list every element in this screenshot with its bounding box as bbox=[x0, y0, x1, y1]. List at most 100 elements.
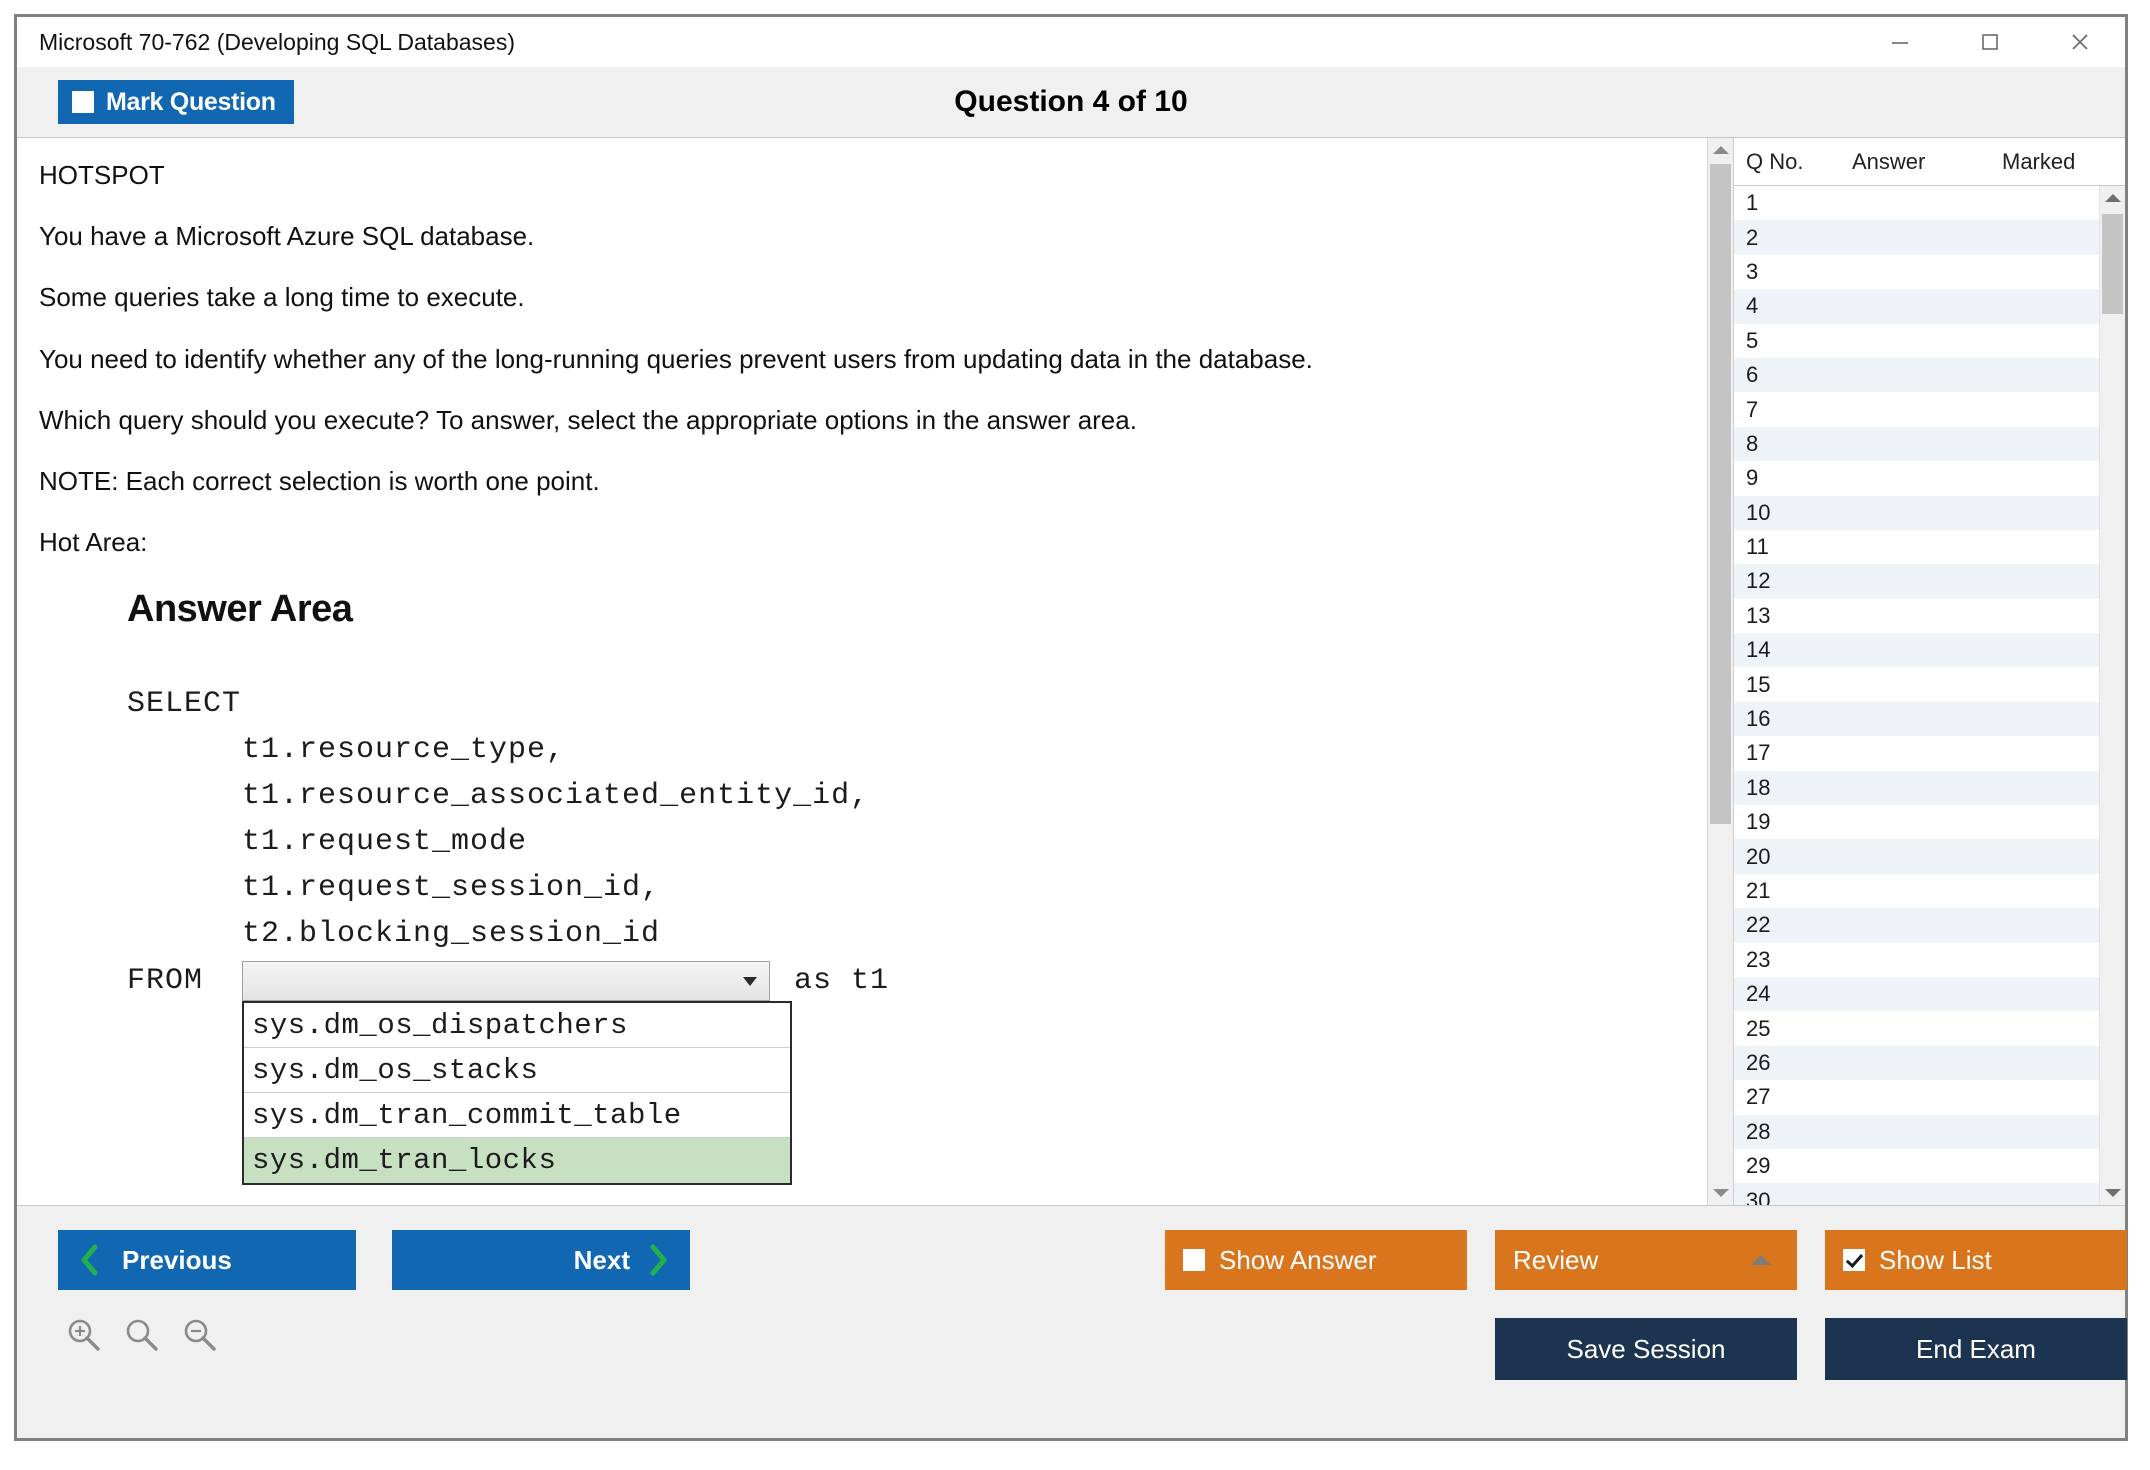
cell-qno: 8 bbox=[1734, 431, 1846, 457]
question-line: You have a Microsoft Azure SQL database. bbox=[39, 221, 1707, 252]
column-header-marked: Marked bbox=[2002, 149, 2122, 175]
table-row[interactable]: 14 bbox=[1734, 633, 2099, 667]
from-table-dropdown-list[interactable]: sys.dm_os_dispatchers sys.dm_os_stacks s… bbox=[242, 1001, 792, 1185]
cell-qno: 9 bbox=[1734, 465, 1846, 491]
table-row[interactable]: 4 bbox=[1734, 289, 2099, 323]
question-rows-container: 1234567891011121314151617181920212223242… bbox=[1734, 186, 2099, 1205]
table-row[interactable]: 24 bbox=[1734, 977, 2099, 1011]
table-row[interactable]: 8 bbox=[1734, 427, 2099, 461]
answer-area-title: Answer Area bbox=[127, 588, 1707, 631]
question-line: HOTSPOT bbox=[39, 160, 1707, 191]
table-row[interactable]: 10 bbox=[1734, 496, 2099, 530]
maximize-icon[interactable] bbox=[1945, 17, 2035, 67]
table-row[interactable]: 7 bbox=[1734, 392, 2099, 426]
minimize-icon[interactable] bbox=[1855, 17, 1945, 67]
scrollbar-thumb[interactable] bbox=[1710, 164, 1731, 824]
show-list-button[interactable]: Show List bbox=[1825, 1230, 2127, 1290]
table-row[interactable]: 13 bbox=[1734, 599, 2099, 633]
table-row[interactable]: 23 bbox=[1734, 943, 2099, 977]
scroll-up-icon[interactable] bbox=[1708, 138, 1733, 162]
cell-qno: 15 bbox=[1734, 672, 1846, 698]
dropdown-option[interactable]: sys.dm_os_dispatchers bbox=[244, 1003, 790, 1048]
chevron-down-icon bbox=[741, 974, 759, 988]
end-exam-button[interactable]: End Exam bbox=[1825, 1318, 2127, 1380]
show-answer-button[interactable]: Show Answer bbox=[1165, 1230, 1467, 1290]
scroll-down-icon[interactable] bbox=[1708, 1181, 1733, 1205]
previous-button[interactable]: Previous bbox=[58, 1230, 356, 1290]
show-list-checkbox[interactable] bbox=[1843, 1249, 1865, 1271]
table-row[interactable]: 27 bbox=[1734, 1080, 2099, 1114]
cell-qno: 21 bbox=[1734, 878, 1846, 904]
table-row[interactable]: 25 bbox=[1734, 1011, 2099, 1045]
mark-question-button[interactable]: Mark Question bbox=[58, 80, 294, 124]
table-row[interactable]: 1 bbox=[1734, 186, 2099, 220]
zoom-in-icon[interactable] bbox=[65, 1316, 103, 1359]
table-row[interactable]: 19 bbox=[1734, 805, 2099, 839]
cell-qno: 18 bbox=[1734, 775, 1846, 801]
table-row[interactable]: 18 bbox=[1734, 771, 2099, 805]
list-scroll-down-icon[interactable] bbox=[2100, 1181, 2125, 1205]
cell-qno: 27 bbox=[1734, 1084, 1846, 1110]
sql-column: t1.request_session_id, bbox=[127, 865, 1707, 911]
cell-qno: 19 bbox=[1734, 809, 1846, 835]
table-row[interactable]: 21 bbox=[1734, 874, 2099, 908]
table-row[interactable]: 6 bbox=[1734, 358, 2099, 392]
table-row[interactable]: 20 bbox=[1734, 839, 2099, 873]
review-button[interactable]: Review bbox=[1495, 1230, 1797, 1290]
cell-qno: 3 bbox=[1734, 259, 1846, 285]
chevron-right-icon bbox=[648, 1244, 668, 1276]
cell-qno: 6 bbox=[1734, 362, 1846, 388]
cell-qno: 4 bbox=[1734, 293, 1846, 319]
table-row[interactable]: 15 bbox=[1734, 667, 2099, 701]
exam-window: Microsoft 70-762 (Developing SQL Databas… bbox=[14, 14, 2128, 1441]
dropdown-option-selected[interactable]: sys.dm_tran_locks bbox=[244, 1138, 790, 1183]
cell-qno: 29 bbox=[1734, 1153, 1846, 1179]
zoom-reset-icon[interactable] bbox=[123, 1316, 161, 1359]
cell-qno: 12 bbox=[1734, 568, 1846, 594]
cell-qno: 17 bbox=[1734, 740, 1846, 766]
table-row[interactable]: 3 bbox=[1734, 255, 2099, 289]
table-row[interactable]: 12 bbox=[1734, 564, 2099, 598]
mark-question-label: Mark Question bbox=[106, 88, 276, 117]
cell-qno: 28 bbox=[1734, 1119, 1846, 1145]
table-row[interactable]: 22 bbox=[1734, 908, 2099, 942]
question-pane-scrollbar[interactable] bbox=[1707, 138, 1733, 1205]
close-icon[interactable] bbox=[2035, 17, 2125, 67]
column-header-answer: Answer bbox=[1852, 149, 2002, 175]
table-row[interactable]: 9 bbox=[1734, 461, 2099, 495]
next-button[interactable]: Next bbox=[392, 1230, 690, 1290]
dropdown-option[interactable]: sys.dm_os_stacks bbox=[244, 1048, 790, 1093]
cell-qno: 11 bbox=[1734, 534, 1846, 560]
cell-qno: 13 bbox=[1734, 603, 1846, 629]
table-row[interactable]: 29 bbox=[1734, 1149, 2099, 1183]
list-scrollbar-thumb[interactable] bbox=[2102, 214, 2123, 314]
dropdown-option[interactable]: sys.dm_tran_commit_table bbox=[244, 1093, 790, 1138]
cell-qno: 10 bbox=[1734, 500, 1846, 526]
cell-qno: 16 bbox=[1734, 706, 1846, 732]
show-answer-label: Show Answer bbox=[1219, 1245, 1377, 1276]
list-scroll-up-icon[interactable] bbox=[2100, 186, 2125, 210]
table-row[interactable]: 26 bbox=[1734, 1046, 2099, 1080]
zoom-tools bbox=[65, 1316, 219, 1359]
body-area: HOTSPOT You have a Microsoft Azure SQL d… bbox=[17, 137, 2125, 1206]
question-line: You need to identify whether any of the … bbox=[39, 344, 1707, 375]
table-row[interactable]: 17 bbox=[1734, 736, 2099, 770]
table-row[interactable]: 28 bbox=[1734, 1115, 2099, 1149]
table-row[interactable]: 11 bbox=[1734, 530, 2099, 564]
question-list-header: Q No. Answer Marked bbox=[1734, 138, 2125, 186]
table-row[interactable]: 16 bbox=[1734, 702, 2099, 736]
end-exam-label: End Exam bbox=[1916, 1334, 2036, 1365]
sql-column: t1.request_mode bbox=[127, 819, 1707, 865]
from-table-select[interactable] bbox=[242, 961, 770, 1001]
table-row[interactable]: 2 bbox=[1734, 220, 2099, 254]
table-row[interactable]: 5 bbox=[1734, 324, 2099, 358]
mark-question-checkbox[interactable] bbox=[72, 91, 94, 113]
cell-qno: 24 bbox=[1734, 981, 1846, 1007]
question-counter: Question 4 of 10 bbox=[17, 85, 2125, 119]
zoom-out-icon[interactable] bbox=[181, 1316, 219, 1359]
question-line: NOTE: Each correct selection is worth on… bbox=[39, 466, 1707, 497]
save-session-button[interactable]: Save Session bbox=[1495, 1318, 1797, 1380]
table-row[interactable]: 30 bbox=[1734, 1183, 2099, 1205]
show-answer-checkbox[interactable] bbox=[1183, 1249, 1205, 1271]
question-list-scrollbar[interactable] bbox=[2099, 186, 2125, 1205]
